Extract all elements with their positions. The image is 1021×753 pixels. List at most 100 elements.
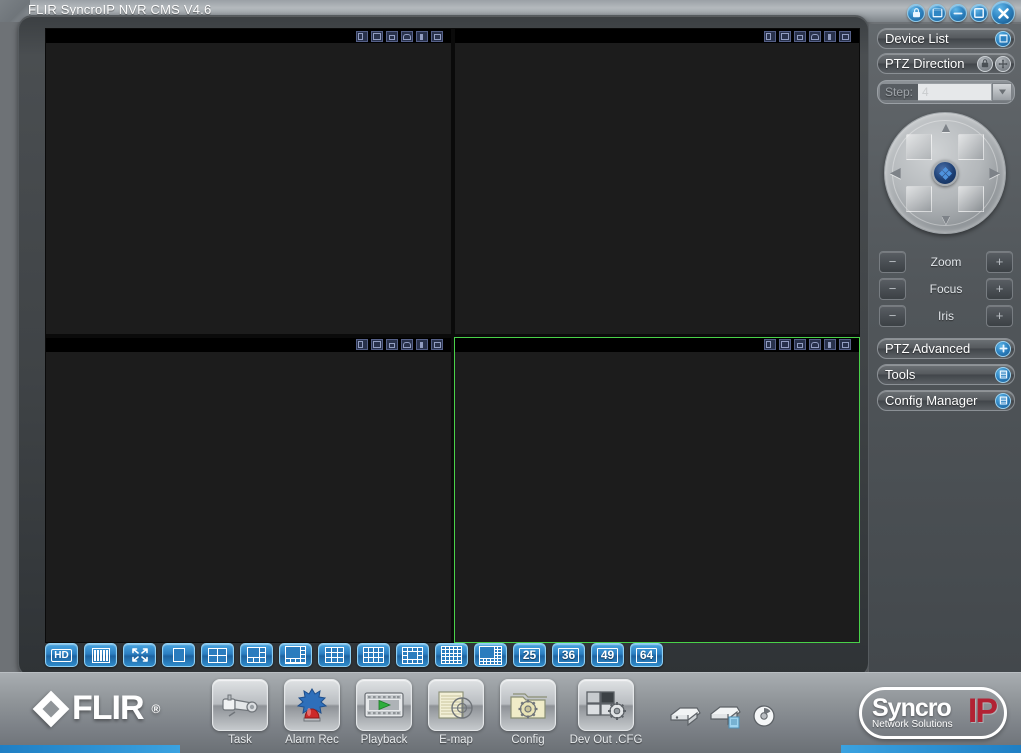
audio-icon[interactable] — [824, 30, 836, 42]
lock-icon[interactable] — [977, 55, 993, 72]
record-icon[interactable] — [370, 30, 383, 42]
minimize-icon[interactable] — [949, 4, 967, 22]
layout-49-button[interactable]: 49 — [591, 643, 624, 667]
instant-playback-icon[interactable] — [794, 30, 806, 42]
alarm-light-icon — [284, 679, 340, 731]
zoom-plus-button[interactable]: + — [986, 250, 1013, 273]
window-icon[interactable] — [995, 30, 1011, 47]
taskbar-buttons: Task Alarm Rec Playback E-map Config Dev… — [210, 679, 642, 746]
snapshot-icon[interactable] — [764, 339, 776, 350]
audio-icon[interactable] — [415, 339, 428, 350]
disk-icon[interactable] — [668, 704, 702, 733]
video-wall-frame: HD 25 36 49 64 — [18, 15, 869, 677]
fullscreen-button[interactable] — [123, 643, 156, 667]
step-label: Step: — [880, 84, 919, 100]
ptz-icon[interactable] — [400, 30, 413, 42]
layout-13-button[interactable] — [396, 643, 429, 667]
status-icons — [668, 703, 776, 734]
ptz-down-arrow-icon[interactable]: ▼ — [939, 212, 953, 226]
layout-36-button[interactable]: 36 — [552, 643, 585, 667]
sidebar-item-config-manager[interactable]: Config Manager — [877, 390, 1015, 411]
maximize-icon[interactable] — [970, 4, 988, 22]
video-panel-4[interactable] — [453, 336, 860, 643]
ptz-left-arrow-icon[interactable]: ◀ — [890, 165, 901, 179]
alarm-button[interactable]: Alarm Rec — [282, 679, 342, 746]
ptz-right-arrow-icon[interactable]: ▶ — [989, 165, 1000, 179]
ptz-northwest-button[interactable] — [906, 134, 932, 160]
plus-icon[interactable] — [995, 340, 1011, 357]
close-panel-icon[interactable] — [430, 30, 443, 42]
lock-icon[interactable] — [907, 4, 925, 22]
devout-button[interactable]: Dev Out .CFG — [570, 679, 642, 746]
config-button[interactable]: Config — [498, 679, 558, 746]
close-panel-icon[interactable] — [839, 339, 851, 350]
layout-16-button[interactable] — [435, 643, 468, 667]
bars-button[interactable] — [84, 643, 117, 667]
instant-playback-icon[interactable] — [385, 30, 398, 42]
emap-button[interactable]: E-map — [426, 679, 486, 746]
sidebar-item-device-list[interactable]: Device List — [877, 28, 1015, 49]
layout-20-button[interactable] — [474, 643, 507, 667]
snapshot-icon[interactable] — [355, 339, 368, 350]
step-dropdown-arrow-icon[interactable] — [992, 83, 1012, 101]
ptz-southeast-button[interactable] — [958, 186, 984, 212]
layout-9-button[interactable] — [318, 643, 351, 667]
list-icon[interactable] — [995, 366, 1011, 383]
focus-minus-button[interactable]: − — [879, 277, 906, 300]
close-icon[interactable] — [991, 1, 1015, 25]
hd-button[interactable]: HD — [45, 643, 78, 667]
sidebar-item-ptz-direction[interactable]: PTZ Direction — [877, 53, 1015, 74]
step-input[interactable]: 4 — [918, 83, 992, 101]
audio-icon[interactable] — [415, 30, 428, 42]
disk-record-icon[interactable] — [708, 703, 746, 734]
screen-icon[interactable] — [928, 4, 946, 22]
flir-wordmark: FLIR — [72, 689, 145, 727]
audio-icon[interactable] — [824, 339, 836, 350]
snapshot-icon[interactable] — [764, 30, 776, 42]
instant-playback-icon[interactable] — [794, 339, 806, 350]
zoom-minus-button[interactable]: − — [879, 250, 906, 273]
iris-minus-button[interactable]: − — [879, 304, 906, 327]
ptz-icon[interactable] — [809, 339, 821, 350]
sidebar-item-ptz-advanced[interactable]: PTZ Advanced — [877, 338, 1015, 359]
layout-64-button[interactable]: 64 — [630, 643, 663, 667]
ptz-icon[interactable] — [400, 339, 413, 350]
video-panel-1[interactable] — [45, 28, 452, 335]
close-panel-icon[interactable] — [839, 30, 851, 42]
layout-25-button[interactable]: 25 — [513, 643, 546, 667]
close-panel-icon[interactable] — [430, 339, 443, 350]
snapshot-icon[interactable] — [355, 30, 368, 42]
map-icon — [428, 679, 484, 731]
layout-12-button[interactable] — [357, 643, 390, 667]
ptz-center-button[interactable] — [932, 160, 958, 186]
layout-1-button[interactable] — [162, 643, 195, 667]
ptz-advanced-label: PTZ Advanced — [885, 341, 971, 356]
task-button[interactable]: Task — [210, 679, 270, 746]
record-icon[interactable] — [779, 339, 791, 350]
ptz-southwest-button[interactable] — [906, 186, 932, 212]
ptz-up-arrow-icon[interactable]: ▲ — [939, 120, 953, 134]
record-icon[interactable] — [370, 339, 383, 350]
cd-icon[interactable] — [752, 704, 776, 733]
move-icon[interactable] — [995, 55, 1011, 72]
sidebar-item-tools[interactable]: Tools — [877, 364, 1015, 385]
iris-plus-button[interactable]: + — [986, 304, 1013, 327]
record-icon[interactable] — [779, 30, 791, 42]
layout-4-button[interactable] — [201, 643, 234, 667]
layout-25-label: 25 — [518, 647, 541, 663]
ptz-joystick[interactable]: ▲ ▼ ◀ ▶ — [884, 112, 1006, 238]
layout-8-button[interactable] — [279, 643, 312, 667]
focus-plus-button[interactable]: + — [986, 277, 1013, 300]
playback-label: Playback — [360, 734, 408, 746]
ptz-northeast-button[interactable] — [958, 134, 984, 160]
video-panel-3[interactable] — [45, 336, 452, 643]
instant-playback-icon[interactable] — [385, 339, 398, 350]
four-diamond-icon — [938, 166, 952, 180]
grid-12-icon — [363, 647, 384, 663]
ptz-icon[interactable] — [809, 30, 821, 42]
list-icon[interactable] — [995, 392, 1011, 409]
layout-6-button[interactable] — [240, 643, 273, 667]
step-control[interactable]: Step: 4 — [877, 80, 1015, 104]
playback-button[interactable]: Playback — [354, 679, 414, 746]
video-panel-2[interactable] — [453, 28, 860, 335]
